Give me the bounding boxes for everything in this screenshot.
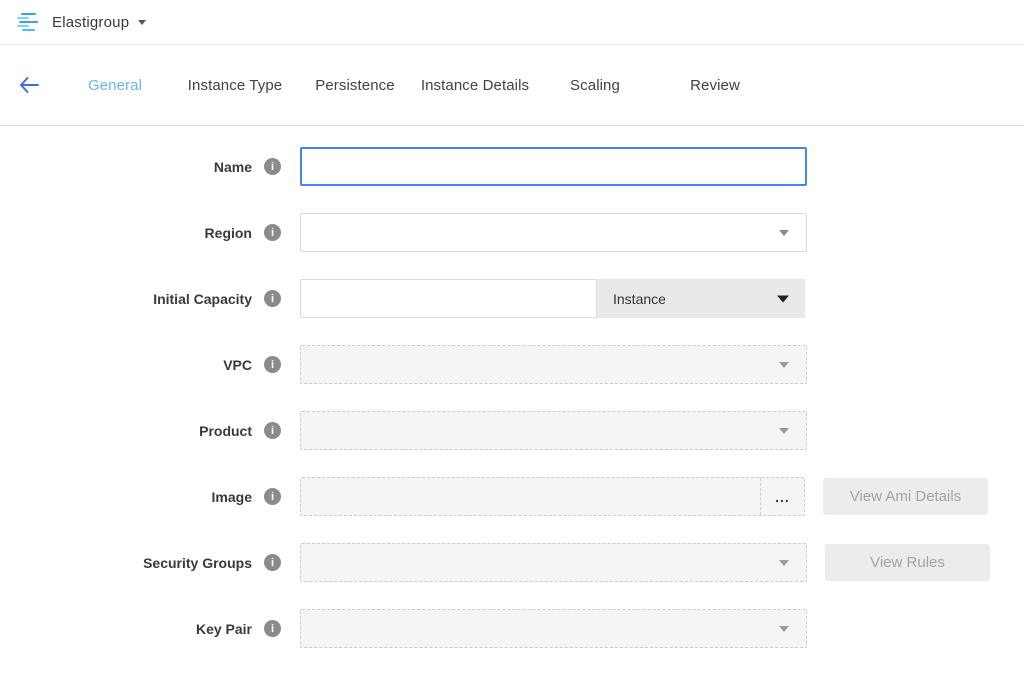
- form-row-security-groups: Security Groups i View Rules: [0, 543, 1024, 582]
- chevron-down-icon: [138, 20, 146, 25]
- form-row-key-pair: Key Pair i: [0, 609, 1024, 648]
- product-info-icon[interactable]: i: [264, 422, 281, 439]
- chevron-down-icon: [779, 230, 789, 236]
- form-row-initial-capacity: Initial Capacity i Instance: [0, 279, 1024, 318]
- browse-image-button: ...: [760, 478, 804, 515]
- chevron-down-icon: [779, 626, 789, 632]
- chevron-down-icon: [779, 428, 789, 434]
- key-pair-select: [300, 609, 807, 648]
- image-label: Image: [212, 489, 252, 505]
- back-arrow-button[interactable]: [19, 77, 39, 94]
- wizard-tabbar: General Instance Type Persistence Instan…: [0, 45, 1024, 126]
- view-rules-button: View Rules: [825, 544, 990, 581]
- security-groups-select: [300, 543, 807, 582]
- general-form: Name i Region i Initial Capacity i Insta…: [0, 126, 1024, 648]
- view-ami-details-button: View Ami Details: [823, 478, 988, 515]
- region-info-icon[interactable]: i: [264, 224, 281, 241]
- initial-capacity-input[interactable]: [300, 279, 597, 318]
- initial-capacity-label: Initial Capacity: [153, 291, 252, 307]
- tab-review[interactable]: Review: [655, 77, 775, 94]
- vpc-label: VPC: [223, 357, 252, 373]
- form-row-name: Name i: [0, 147, 1024, 186]
- chevron-down-icon: [779, 362, 789, 368]
- security-groups-label: Security Groups: [143, 555, 252, 571]
- capacity-unit-value: Instance: [613, 291, 666, 307]
- key-pair-info-icon[interactable]: i: [264, 620, 281, 637]
- initial-capacity-info-icon[interactable]: i: [264, 290, 281, 307]
- tab-persistence[interactable]: Persistence: [295, 77, 415, 94]
- app-title: Elastigroup: [52, 14, 129, 31]
- image-field: ...: [300, 477, 805, 516]
- region-select[interactable]: [300, 213, 807, 252]
- region-label: Region: [205, 225, 252, 241]
- tab-scaling[interactable]: Scaling: [535, 77, 655, 94]
- name-info-icon[interactable]: i: [264, 158, 281, 175]
- app-switcher-dropdown[interactable]: Elastigroup: [16, 13, 146, 32]
- tab-instance-details[interactable]: Instance Details: [415, 77, 535, 94]
- name-input[interactable]: [300, 147, 807, 186]
- form-row-image: Image i ... View Ami Details: [0, 477, 1024, 516]
- security-groups-info-icon[interactable]: i: [264, 554, 281, 571]
- vpc-info-icon[interactable]: i: [264, 356, 281, 373]
- chevron-down-icon: [779, 560, 789, 566]
- back-arrow-icon: [19, 77, 39, 94]
- tab-instance-type[interactable]: Instance Type: [175, 77, 295, 94]
- product-select: [300, 411, 807, 450]
- elastigroup-logo-icon: [16, 13, 41, 32]
- form-row-region: Region i: [0, 213, 1024, 252]
- tab-general[interactable]: General: [55, 77, 175, 94]
- image-info-icon[interactable]: i: [264, 488, 281, 505]
- topbar: Elastigroup: [0, 0, 1024, 45]
- name-label: Name: [214, 159, 252, 175]
- form-row-product: Product i: [0, 411, 1024, 450]
- key-pair-label: Key Pair: [196, 621, 252, 637]
- vpc-select: [300, 345, 807, 384]
- wizard-tabs: General Instance Type Persistence Instan…: [55, 77, 775, 94]
- product-label: Product: [199, 423, 252, 439]
- capacity-unit-select[interactable]: Instance: [597, 279, 805, 318]
- image-value: [301, 478, 760, 515]
- form-row-vpc: VPC i: [0, 345, 1024, 384]
- chevron-down-icon: [777, 295, 789, 302]
